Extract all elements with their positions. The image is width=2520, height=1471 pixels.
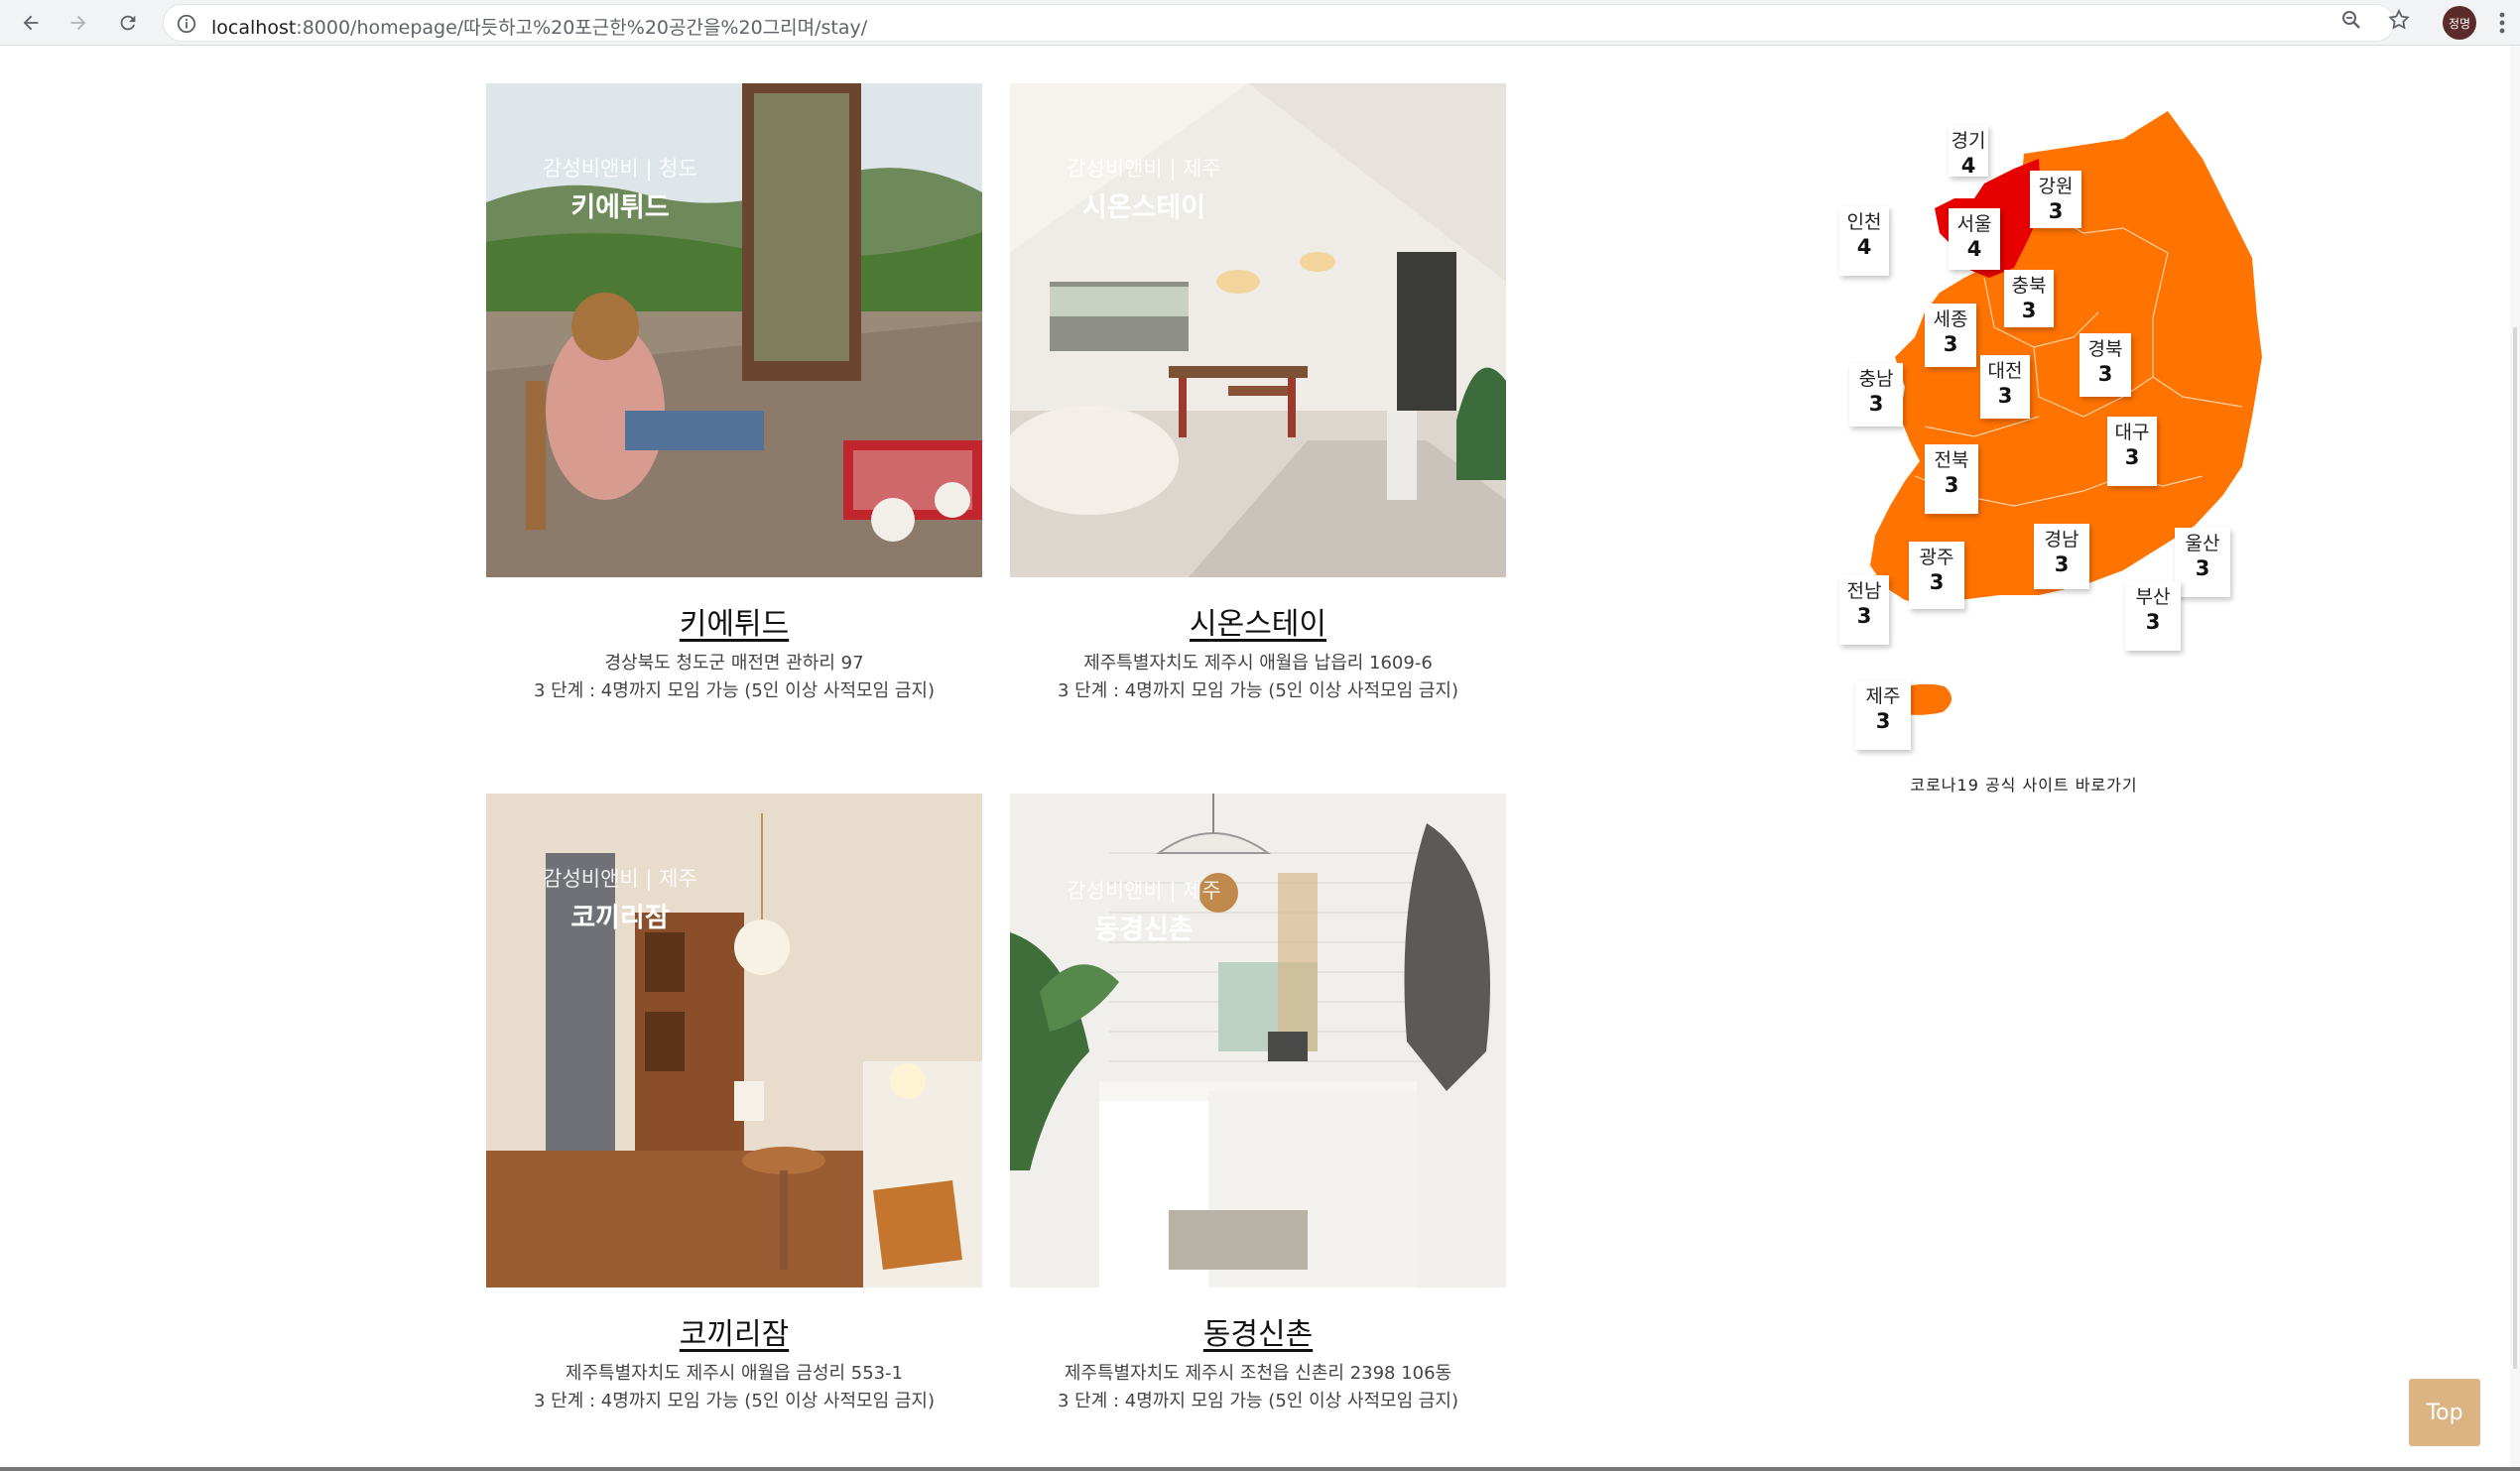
stay-photo[interactable]: 감성비앤비 | 제주 동경신촌 — [1010, 794, 1506, 1287]
region-level: 3 — [1868, 392, 1884, 416]
bottom-divider — [0, 1467, 2520, 1471]
stay-title-link[interactable]: 시온스테이 — [1010, 599, 1506, 643]
region-badge[interactable]: 울산 3 — [2175, 528, 2230, 597]
region-name: 경기 — [1951, 130, 1986, 152]
region-badge[interactable]: 경기 4 — [1949, 125, 1988, 178]
region-level: 3 — [2124, 445, 2140, 469]
region-badge[interactable]: 충북 3 — [2004, 270, 2054, 327]
region-badge[interactable]: 광주 3 — [1909, 542, 1964, 609]
region-name: 부산 — [2135, 586, 2171, 608]
region-level: 3 — [1943, 332, 1958, 356]
region-level: 3 — [1875, 709, 1891, 733]
region-name: 인천 — [1846, 211, 1882, 233]
stay-address: 제주특별자치도 제주시 애월읍 금성리 553-1 — [565, 1363, 904, 1384]
stay-title-link[interactable]: 코끼리잠 — [486, 1309, 982, 1353]
stay-title-link[interactable]: 동경신촌 — [1010, 1309, 1506, 1353]
photo-overlay-name: 동경신촌 — [1094, 915, 1194, 945]
region-name: 광주 — [1919, 547, 1954, 568]
region-name: 경북 — [2087, 338, 2123, 360]
photo-overlay-region: 감성비앤비 | 제주 — [1067, 157, 1221, 181]
stay-address: 경상북도 청도군 매전면 관하리 97 — [604, 653, 864, 674]
region-badge[interactable]: 세종 3 — [1925, 304, 1976, 367]
region-badge[interactable]: 경남 3 — [2034, 524, 2089, 589]
region-level: 4 — [1856, 235, 1872, 259]
region-badge[interactable]: 전북 3 — [1925, 444, 1978, 514]
region-level: 3 — [2195, 556, 2210, 580]
photo-overlay-name: 코끼리잠 — [570, 903, 670, 933]
stay-distancing-rule: 3 단계 : 4명까지 모임 가능 (5인 이상 사적모임 금지) — [533, 1391, 936, 1411]
region-badge[interactable]: 대구 3 — [2107, 417, 2157, 486]
region-name: 충남 — [1858, 368, 1894, 390]
region-level: 3 — [2054, 552, 2070, 576]
region-level: 3 — [2145, 610, 2161, 634]
url-text: localhost:8000/homepage/따듯하고%20포근한%20공간을… — [211, 17, 868, 39]
region-badge[interactable]: 인천 4 — [1839, 206, 1889, 276]
zoom-icon[interactable] — [2339, 8, 2363, 32]
region-name: 전남 — [1846, 580, 1882, 602]
stay-address: 제주특별자치도 제주시 조천읍 신촌리 2398 106동 — [1064, 1363, 1452, 1384]
region-badge[interactable]: 강원 3 — [2030, 171, 2081, 228]
region-name: 전북 — [1934, 449, 1969, 471]
browser-toolbar: localhost:8000/homepage/따듯하고%20포근한%20공간을… — [0, 0, 2520, 46]
region-level: 3 — [1929, 570, 1945, 594]
stay-title-link[interactable]: 키에튀드 — [486, 599, 982, 643]
region-badge[interactable]: 서울 4 — [1949, 208, 2000, 270]
region-level: 4 — [1960, 154, 1976, 178]
region-badge[interactable]: 대전 3 — [1980, 355, 2030, 419]
region-name: 충북 — [2011, 275, 2047, 297]
photo-overlay-name: 시온스테이 — [1081, 192, 1206, 223]
photo-overlay-region: 감성비앤비 | 제주 — [543, 867, 697, 891]
stay-distancing-rule: 3 단계 : 4명까지 모임 가능 (5인 이상 사적모임 금지) — [533, 680, 936, 701]
region-badge[interactable]: 충남 3 — [1849, 363, 1903, 427]
region-name: 울산 — [2185, 533, 2220, 554]
scroll-top-button[interactable]: Top — [2409, 1379, 2480, 1446]
stay-distancing-rule: 3 단계 : 4명까지 모임 가능 (5인 이상 사적모임 금지) — [1057, 1391, 1459, 1411]
region-name: 대구 — [2114, 422, 2150, 443]
bookmark-star-icon[interactable] — [2387, 8, 2411, 32]
region-name: 경남 — [2044, 529, 2079, 551]
photo-overlay-region: 감성비앤비 | 청도 — [543, 157, 697, 181]
scrollbar-thumb[interactable] — [2513, 327, 2517, 1369]
photo-overlay-name: 키에튀드 — [570, 192, 670, 223]
region-level: 3 — [2021, 299, 2037, 322]
region-level: 3 — [1944, 473, 1959, 497]
stay-photo[interactable]: 감성비앤비 | 제주 코끼리잠 — [486, 794, 982, 1287]
region-name: 제주 — [1865, 685, 1901, 707]
covid-level-map: 경기 4 강원 3 인천 4 서울 4 충북 3 세종 3 경북 3 충남 3 … — [1826, 99, 2282, 794]
region-level: 3 — [1997, 384, 2013, 408]
region-level: 3 — [2048, 199, 2064, 223]
region-level: 4 — [1966, 237, 1982, 261]
covid-official-site-link[interactable]: 코로나19 공식 사이트 바로가기 — [1845, 772, 2203, 796]
back-icon[interactable] — [12, 4, 50, 42]
address-bar[interactable]: localhost:8000/homepage/따듯하고%20포근한%20공간을… — [163, 4, 2395, 42]
region-name: 세종 — [1933, 308, 1968, 330]
stay-photo-image — [1010, 794, 1506, 1287]
site-info-icon[interactable] — [176, 13, 197, 35]
stay-photo[interactable]: 감성비앤비 | 청도 키에튀드 — [486, 83, 982, 577]
region-badge[interactable]: 제주 3 — [1855, 680, 1911, 750]
region-name: 강원 — [2038, 176, 2074, 197]
forward-icon[interactable] — [60, 4, 97, 42]
profile-avatar[interactable]: 정명 — [2443, 6, 2476, 40]
region-badge[interactable]: 전남 3 — [1839, 575, 1889, 645]
region-badge[interactable]: 부산 3 — [2125, 581, 2181, 651]
stay-address: 제주특별자치도 제주시 애월읍 납읍리 1609-6 — [1083, 653, 1433, 674]
region-name: 대전 — [1987, 360, 2023, 382]
region-badge[interactable]: 경북 3 — [2079, 333, 2131, 397]
region-level: 3 — [1856, 604, 1872, 628]
reload-icon[interactable] — [109, 4, 147, 42]
stay-distancing-rule: 3 단계 : 4명까지 모임 가능 (5인 이상 사적모임 금지) — [1057, 680, 1459, 701]
stay-photo[interactable]: 감성비앤비 | 제주 시온스테이 — [1010, 83, 1506, 577]
photo-overlay-region: 감성비앤비 | 제주 — [1067, 879, 1221, 903]
menu-kebab-icon[interactable] — [2492, 8, 2512, 38]
region-name: 서울 — [1956, 213, 1992, 235]
region-level: 3 — [2097, 362, 2113, 386]
